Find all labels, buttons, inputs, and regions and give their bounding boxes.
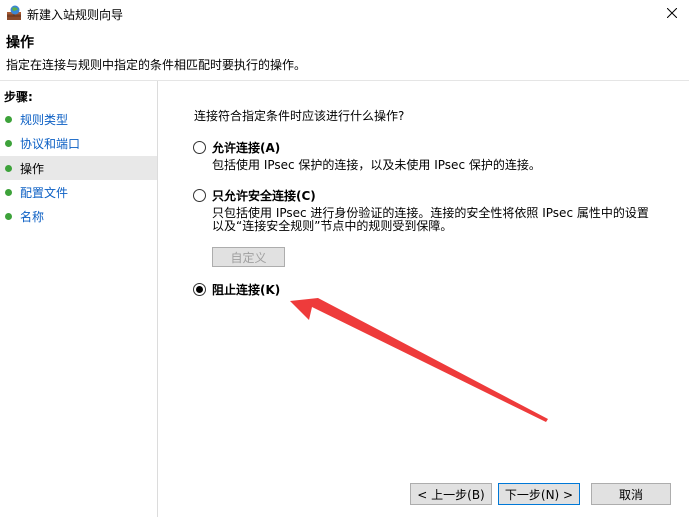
step-label: 协议和端口 [20, 136, 81, 151]
step-label: 规则类型 [20, 112, 69, 127]
page-title: 操作 [6, 35, 34, 51]
step-action[interactable]: 操作 [0, 156, 157, 180]
allow-secure-label: 只允许安全连接(C) [212, 189, 316, 203]
wizard-window: 新建入站规则向导 操作 指定在连接与规则中指定的条件相匹配时要执行的操作。 步骤… [0, 0, 689, 517]
allow-connection-radio[interactable] [193, 141, 206, 154]
block-connection-label: 阻止连接(K) [212, 283, 281, 297]
allow-connection-description: 包括使用 IPsec 保护的连接，以及未使用 IPsec 保护的连接。 [212, 158, 541, 172]
bullet-icon [5, 115, 12, 123]
close-icon [667, 8, 677, 18]
steps-panel: 步骤: 规则类型 协议和端口 操作 配置文件 名称 [0, 81, 158, 517]
customize-button[interactable]: 自定义 [212, 247, 285, 267]
window-title: 新建入站规则向导 [27, 8, 124, 22]
step-name[interactable]: 名称 [0, 204, 157, 228]
action-question: 连接符合指定条件时应该进行什么操作? [194, 109, 405, 123]
step-label: 操作 [20, 161, 45, 176]
main-panel: 连接符合指定条件时应该进行什么操作? 允许连接(A) 包括使用 IPsec 保护… [159, 81, 689, 517]
steps-heading: 步骤: [4, 90, 33, 104]
back-button[interactable]: < 上一步(B) [410, 483, 492, 505]
step-protocol-ports[interactable]: 协议和端口 [0, 131, 157, 155]
allow-connection-option[interactable]: 允许连接(A) [193, 139, 280, 156]
title-bar: 新建入站规则向导 [0, 0, 689, 26]
step-rule-type[interactable]: 规则类型 [0, 107, 157, 131]
allow-connection-label: 允许连接(A) [212, 141, 281, 155]
step-label: 名称 [20, 209, 45, 224]
step-profile[interactable]: 配置文件 [0, 180, 157, 204]
step-label: 配置文件 [20, 185, 69, 200]
cancel-button[interactable]: 取消 [591, 483, 671, 505]
bullet-icon [5, 212, 12, 220]
close-button[interactable] [661, 2, 683, 24]
firewall-icon [6, 5, 22, 21]
allow-secure-description: 只包括使用 IPsec 进行身份验证的连接。连接的安全性将依照 IPsec 属性… [212, 206, 649, 233]
bullet-icon [5, 164, 12, 172]
allow-secure-option[interactable]: 只允许安全连接(C) [193, 187, 316, 204]
next-button[interactable]: 下一步(N) > [498, 483, 580, 505]
block-connection-option[interactable]: 阻止连接(K) [193, 281, 280, 298]
page-description: 指定在连接与规则中指定的条件相匹配时要执行的操作。 [6, 58, 307, 72]
allow-secure-radio[interactable] [193, 189, 206, 202]
bullet-icon [5, 139, 12, 147]
block-connection-radio[interactable] [193, 283, 206, 296]
bullet-icon [5, 188, 12, 196]
